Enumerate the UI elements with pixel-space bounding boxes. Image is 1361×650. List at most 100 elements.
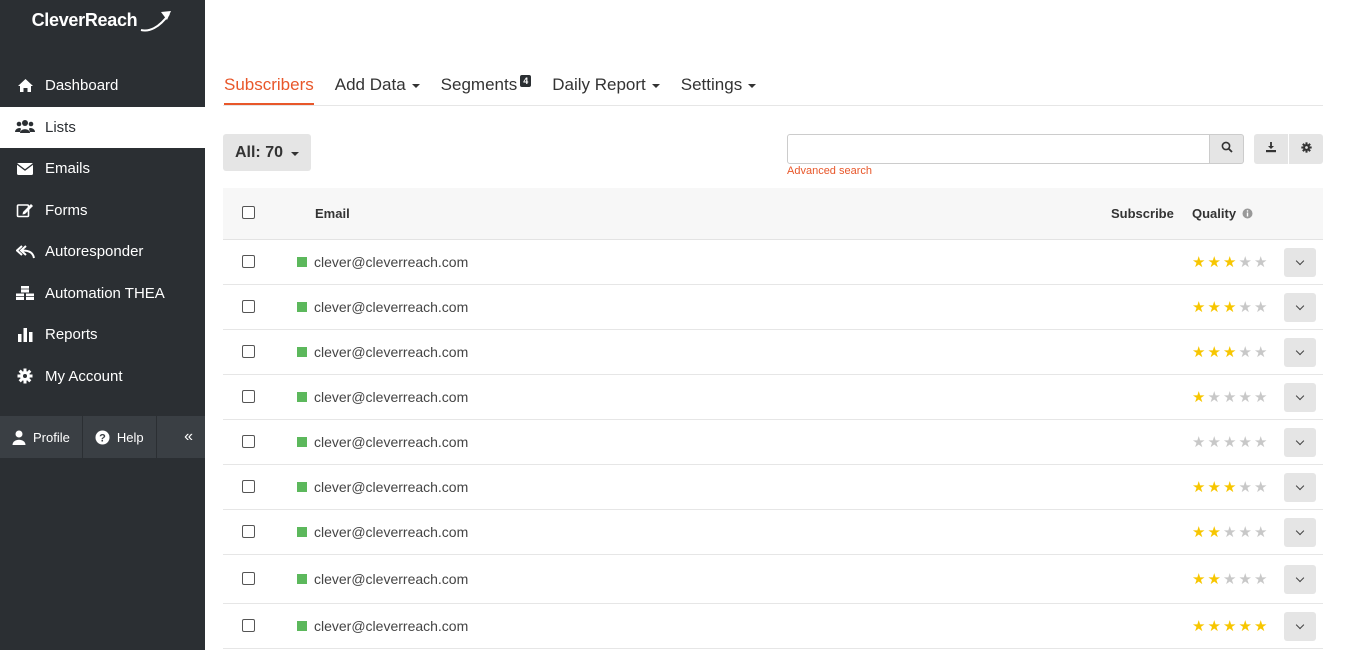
star-filled-icon: ★	[1192, 298, 1206, 316]
sidebar-item-forms[interactable]: Forms	[0, 190, 205, 232]
edit-icon	[14, 201, 36, 219]
row-actions-button[interactable]	[1284, 247, 1316, 277]
tab-subscribers[interactable]: Subscribers	[224, 70, 314, 105]
caret-down-icon	[291, 151, 299, 156]
subscriber-email[interactable]: clever@cleverreach.com	[314, 434, 468, 450]
chevron-down-icon	[1295, 346, 1305, 355]
filter-dropdown-button[interactable]: All: 70	[223, 134, 311, 171]
sidebar-item-label: Autoresponder	[45, 243, 144, 261]
star-filled-icon: ★	[1192, 617, 1206, 635]
settings-button[interactable]	[1289, 134, 1323, 164]
table-row[interactable]: clever@cleverreach.com ★ ★ ★ ★ ★	[223, 330, 1323, 375]
subscriber-email[interactable]: clever@cleverreach.com	[314, 344, 468, 360]
row-actions-button[interactable]	[1284, 517, 1316, 547]
row-checkbox[interactable]	[242, 619, 255, 632]
table-row[interactable]: clever@cleverreach.com ★ ★ ★ ★ ★	[223, 240, 1323, 285]
subscriber-email[interactable]: clever@cleverreach.com	[314, 571, 468, 587]
tab-add-data[interactable]: Add Data	[335, 70, 420, 105]
subscriber-email[interactable]: clever@cleverreach.com	[314, 618, 468, 634]
sidebar-footer: Profile ? Help «	[0, 416, 205, 458]
collapse-sidebar-icon[interactable]: «	[172, 428, 205, 446]
row-checkbox[interactable]	[242, 255, 255, 268]
star-empty-icon: ★	[1238, 388, 1252, 406]
row-actions-button[interactable]	[1284, 337, 1316, 367]
advanced-search-link[interactable]: Advanced search	[787, 165, 872, 177]
sidebar-item-lists[interactable]: Lists	[0, 106, 205, 148]
star-filled-icon: ★	[1207, 343, 1221, 361]
row-actions-button[interactable]	[1284, 292, 1316, 322]
star-empty-icon: ★	[1223, 388, 1237, 406]
star-filled-icon: ★	[1192, 570, 1206, 588]
column-header-email[interactable]: Email	[315, 206, 350, 221]
profile-button[interactable]: Profile	[0, 416, 82, 458]
column-header-quality[interactable]: Quality	[1192, 206, 1253, 222]
table-row[interactable]: clever@cleverreach.com ★ ★ ★ ★ ★	[223, 375, 1323, 420]
sidebar: CleverReach Dashboard Lists Emails Forms…	[0, 0, 205, 650]
star-empty-icon: ★	[1238, 298, 1252, 316]
row-checkbox[interactable]	[242, 300, 255, 313]
row-checkbox[interactable]	[242, 572, 255, 585]
sidebar-item-dashboard[interactable]: Dashboard	[0, 65, 205, 107]
info-icon[interactable]	[1242, 207, 1253, 222]
tab-settings[interactable]: Settings	[681, 70, 757, 105]
star-empty-icon: ★	[1254, 343, 1268, 361]
sidebar-item-emails[interactable]: Emails	[0, 148, 205, 190]
question-circle-icon: ?	[95, 430, 110, 445]
gear-icon	[1300, 140, 1312, 158]
subscriber-email[interactable]: clever@cleverreach.com	[314, 479, 468, 495]
table-row[interactable]: clever@cleverreach.com ★ ★ ★ ★ ★	[223, 285, 1323, 330]
row-actions-button[interactable]	[1284, 611, 1316, 641]
table-row[interactable]: clever@cleverreach.com ★ ★ ★ ★ ★	[223, 465, 1323, 510]
table-header: Email Subscribe Quality	[223, 188, 1323, 240]
star-empty-icon: ★	[1238, 570, 1252, 588]
row-checkbox[interactable]	[242, 345, 255, 358]
select-all-checkbox[interactable]	[242, 206, 255, 219]
help-button[interactable]: ? Help	[83, 416, 156, 458]
sidebar-item-label: My Account	[45, 367, 123, 385]
row-actions-button[interactable]	[1284, 564, 1316, 594]
tab-segments[interactable]: Segments 4	[441, 70, 532, 105]
logo-text: CleverReach	[31, 10, 138, 30]
sidebar-item-automation-thea[interactable]: Automation THEA	[0, 273, 205, 315]
sidebar-item-autoresponder[interactable]: Autoresponder	[0, 231, 205, 273]
status-indicator	[297, 621, 307, 631]
subscriber-email[interactable]: clever@cleverreach.com	[314, 524, 468, 540]
row-actions-button[interactable]	[1284, 427, 1316, 457]
star-empty-icon: ★	[1207, 433, 1221, 451]
row-checkbox[interactable]	[242, 435, 255, 448]
table-row[interactable]: clever@cleverreach.com ★ ★ ★ ★ ★	[223, 420, 1323, 465]
row-checkbox[interactable]	[242, 480, 255, 493]
star-empty-icon: ★	[1238, 343, 1252, 361]
star-filled-icon: ★	[1192, 388, 1206, 406]
table-row[interactable]: clever@cleverreach.com ★ ★ ★ ★ ★	[223, 510, 1323, 555]
subscriber-email[interactable]: clever@cleverreach.com	[314, 299, 468, 315]
search-input[interactable]	[787, 134, 1210, 164]
status-indicator	[297, 347, 307, 357]
download-icon	[1265, 140, 1277, 158]
table-row[interactable]: clever@cleverreach.com ★ ★ ★ ★ ★	[223, 555, 1323, 604]
table-row[interactable]: clever@cleverreach.com ★ ★ ★ ★ ★	[223, 604, 1323, 649]
row-actions-button[interactable]	[1284, 382, 1316, 412]
star-empty-icon: ★	[1254, 433, 1268, 451]
subscriber-email[interactable]: clever@cleverreach.com	[314, 389, 468, 405]
status-indicator	[297, 527, 307, 537]
star-filled-icon: ★	[1192, 343, 1206, 361]
sidebar-item-label: Automation THEA	[45, 284, 165, 302]
export-button[interactable]	[1254, 134, 1289, 164]
column-header-subscribe[interactable]: Subscribe	[1111, 206, 1174, 221]
chevron-down-icon	[1295, 391, 1305, 400]
chevron-down-icon	[1295, 573, 1305, 582]
sidebar-item-reports[interactable]: Reports	[0, 314, 205, 356]
quality-rating: ★ ★ ★ ★ ★	[1192, 480, 1270, 495]
row-checkbox[interactable]	[242, 525, 255, 538]
tab-daily-report[interactable]: Daily Report	[552, 70, 660, 105]
logo[interactable]: CleverReach	[0, 0, 205, 65]
row-actions-button[interactable]	[1284, 472, 1316, 502]
sidebar-item-my-account[interactable]: My Account	[0, 356, 205, 398]
row-checkbox[interactable]	[242, 390, 255, 403]
search-button[interactable]	[1210, 134, 1244, 164]
star-empty-icon: ★	[1254, 253, 1268, 271]
tab-label: Add Data	[334, 75, 406, 94]
quality-rating: ★ ★ ★ ★ ★	[1192, 525, 1270, 540]
subscriber-email[interactable]: clever@cleverreach.com	[314, 254, 468, 270]
